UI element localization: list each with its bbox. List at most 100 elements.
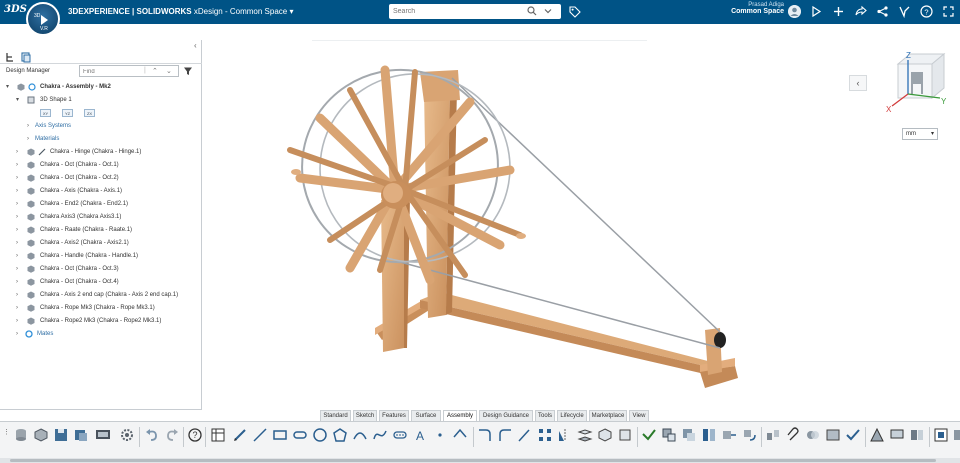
fillet-icon[interactable] <box>497 427 513 443</box>
tree-row-part[interactable]: › Chakra - Raate (Chakra - Raate.1) <box>0 224 196 236</box>
component-pattern-icon[interactable] <box>681 427 697 443</box>
tab-assembly[interactable]: Assembly <box>443 410 477 421</box>
expand-toggle-icon[interactable]: › <box>16 146 22 158</box>
paperclip-icon[interactable] <box>785 427 801 443</box>
compare-icon[interactable] <box>909 427 925 443</box>
rectangle-icon[interactable] <box>272 427 288 443</box>
tree-row-part[interactable]: › Chakra - Handle (Chakra - Handle.1) <box>0 250 196 262</box>
help-icon[interactable]: ? <box>187 427 203 443</box>
yz-plane-icon[interactable]: YZ <box>62 109 73 117</box>
tab-standard[interactable]: Standard <box>320 410 351 421</box>
expand-toggle-icon[interactable]: › <box>16 328 22 340</box>
search-input[interactable] <box>393 6 523 17</box>
tree-row-part[interactable]: › Chakra - End2 (Chakra - End2.1) <box>0 198 196 210</box>
expand-toggle-icon[interactable]: › <box>16 276 22 288</box>
trim-icon[interactable] <box>452 427 468 443</box>
apps-compass-icon[interactable] <box>898 5 911 18</box>
expand-toggle-icon[interactable]: › <box>16 250 22 262</box>
text-tool-icon[interactable]: A <box>412 427 428 443</box>
revolve-icon[interactable] <box>597 427 613 443</box>
share-icon[interactable] <box>854 5 867 18</box>
avatar[interactable] <box>788 5 801 18</box>
tree-row-root[interactable]: ▾ Chakra - Assembly - Mk2 <box>0 81 196 93</box>
expand-toggle-icon[interactable]: › <box>16 263 22 275</box>
mirror-icon[interactable] <box>557 427 573 443</box>
mate-icon[interactable] <box>641 427 657 443</box>
expand-toggle-icon[interactable]: › <box>16 159 22 171</box>
component-grid-icon[interactable] <box>701 427 717 443</box>
expand-toggle-icon[interactable]: › <box>27 133 33 145</box>
configurations-tab-icon[interactable] <box>20 51 32 63</box>
expand-toggle-icon[interactable]: › <box>16 185 22 197</box>
view-cube[interactable]: Z X Y <box>884 46 954 116</box>
user-info[interactable]: Prasad Adiga Common Space <box>700 2 784 15</box>
expand-toggle-icon[interactable]: › <box>16 211 22 223</box>
tab-view[interactable]: View <box>629 410 649 421</box>
sweep-icon[interactable] <box>617 427 633 443</box>
tree-row-part[interactable]: › Chakra - Oct (Chakra - Oct.4) <box>0 276 196 288</box>
database-icon[interactable] <box>13 427 29 443</box>
line-icon[interactable] <box>252 427 268 443</box>
plus-icon[interactable] <box>832 5 845 18</box>
context-label[interactable]: xDesign - Common Space <box>194 7 287 16</box>
find-input[interactable] <box>83 67 141 76</box>
tree-row-part[interactable]: › Chakra - Axis 2 end cap (Chakra - Axis… <box>0 289 196 301</box>
interference-icon[interactable] <box>805 427 821 443</box>
expand-toggle-icon[interactable]: › <box>16 172 22 184</box>
tree-row-mates[interactable]: › Mates <box>0 328 196 340</box>
circle-icon[interactable] <box>312 427 328 443</box>
centerline-icon[interactable] <box>392 427 408 443</box>
network-icon[interactable] <box>876 5 889 18</box>
pattern-icon[interactable] <box>537 427 553 443</box>
display-icon[interactable] <box>95 427 111 443</box>
chamfer-icon[interactable] <box>517 427 533 443</box>
tree-row-part[interactable]: › Chakra - Oct (Chakra - Oct.2) <box>0 172 196 184</box>
help-icon[interactable]: ? <box>920 5 933 18</box>
tab-marketplace[interactable]: Marketplace <box>589 410 627 421</box>
tab-design-guidance[interactable]: Design Guidance <box>479 410 533 421</box>
tab-features[interactable]: Features <box>379 410 409 421</box>
chevron-down-icon[interactable]: ▾ <box>289 7 293 16</box>
zx-plane-icon[interactable]: ZX <box>84 109 95 117</box>
expand-toggle-icon[interactable]: › <box>16 224 22 236</box>
expand-toggle-icon[interactable]: › <box>16 315 22 327</box>
tree-row-part[interactable]: › Chakra - Axis (Chakra - Axis.1) <box>0 185 196 197</box>
offset-icon[interactable] <box>477 427 493 443</box>
move-component-icon[interactable] <box>721 427 737 443</box>
tree-row-part[interactable]: › Chakra - Axis2 (Chakra - Axis2.1) <box>0 237 196 249</box>
tree-row-part[interactable]: › Chakra - Rope2 Mk3 (Chakra - Rope2 Mk3… <box>0 315 196 327</box>
extrude-icon[interactable] <box>577 427 593 443</box>
search-options-icon[interactable] <box>543 6 553 16</box>
compass-widget[interactable]: 3D V.R <box>26 2 60 36</box>
tag-icon[interactable] <box>569 6 581 18</box>
slot-icon[interactable] <box>292 427 308 443</box>
unit-select[interactable]: mm ▾ <box>902 128 938 140</box>
sketch-pencil-icon[interactable] <box>232 427 248 443</box>
chevron-down-icon[interactable]: ⌄ <box>166 67 172 75</box>
tree-row-part[interactable]: › Chakra - Hinge (Chakra - Hinge.1) <box>0 146 196 158</box>
compass-vr-quadrant[interactable]: V.R <box>40 26 48 32</box>
action-bar-grip-icon[interactable]: ⋮ <box>3 428 10 436</box>
tab-sketch[interactable]: Sketch <box>353 410 377 421</box>
tree-row-materials[interactable]: › Materials <box>0 133 196 145</box>
explode-view-icon[interactable] <box>765 427 781 443</box>
spinning-wheel-model[interactable] <box>280 52 750 417</box>
redo-icon[interactable] <box>164 427 180 443</box>
back-button[interactable]: ‹ <box>849 75 867 91</box>
tab-surface[interactable]: Surface <box>411 410 441 421</box>
filter-icon[interactable] <box>183 66 193 76</box>
point-icon[interactable] <box>432 427 448 443</box>
insert-component-icon[interactable] <box>661 427 677 443</box>
new-part-icon[interactable] <box>33 427 49 443</box>
share-flag-icon[interactable] <box>810 5 823 18</box>
expand-toggle-icon[interactable]: › <box>27 120 33 132</box>
check-icon[interactable] <box>845 427 861 443</box>
section-view-icon[interactable] <box>869 427 885 443</box>
save-icon[interactable] <box>53 427 69 443</box>
tree-tab-icon[interactable] <box>4 51 16 63</box>
save-as-icon[interactable] <box>73 427 89 443</box>
search-icon[interactable] <box>527 6 537 16</box>
more-tools-icon[interactable] <box>952 427 960 443</box>
expand-toggle-icon[interactable]: ▾ <box>6 81 12 93</box>
fullscreen-icon[interactable] <box>942 5 955 18</box>
